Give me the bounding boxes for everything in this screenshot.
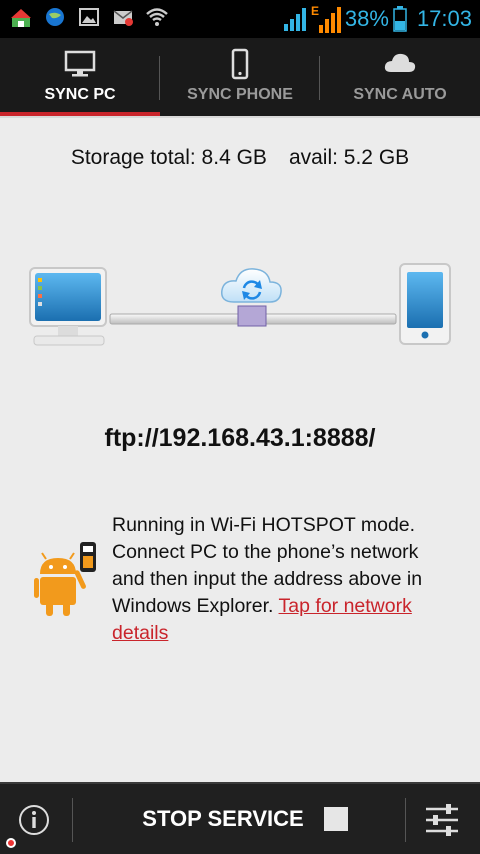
bottom-divider: [72, 798, 73, 842]
home-icon: [11, 9, 31, 27]
sync-diagram: [29, 263, 451, 346]
stop-service-button[interactable]: STOP SERVICE: [110, 784, 380, 854]
ftp-address[interactable]: ftp://192.168.43.1:8888/: [0, 424, 480, 453]
svg-text:E: E: [311, 4, 319, 18]
wifi-icon: [146, 8, 168, 26]
signal-icon: [283, 8, 306, 31]
storage-info: Storage total: 8.4 GB avail: 5.2 GB: [0, 146, 480, 170]
tab-label: SYNC PC: [44, 86, 116, 103]
globe-icon: [46, 8, 64, 26]
status-bar: E 38% 17:03: [0, 0, 480, 38]
monitor-icon: [64, 50, 96, 77]
storage-available: avail: 5.2 GB: [288, 146, 410, 169]
mail-icon: [113, 10, 133, 26]
hotspot-instructions: Running in Wi-Fi HOTSPOT mode. Connect P…: [112, 512, 452, 647]
android-usb-icon: [34, 538, 104, 618]
bottom-divider: [405, 798, 406, 842]
info-icon[interactable]: [18, 804, 50, 836]
phone-icon: [399, 263, 451, 345]
clock: 17:03: [416, 6, 472, 31]
tab-label: SYNC PHONE: [187, 86, 293, 103]
settings-sliders-icon[interactable]: [422, 800, 462, 840]
cloud-icon: [384, 53, 416, 72]
gallery-icon: [79, 8, 99, 26]
tab-bar: SYNC PC SYNC PHONE SYNC AUTO: [0, 38, 480, 116]
tab-bar-divider: [0, 116, 480, 118]
stop-service-label: STOP SERVICE: [142, 806, 304, 831]
battery-percent: 38%: [344, 6, 389, 31]
stop-icon: [323, 807, 348, 831]
bottom-bar: STOP SERVICE: [0, 782, 480, 854]
computer-icon: [29, 267, 107, 346]
phone-icon: [231, 48, 249, 80]
tab-label: SYNC AUTO: [353, 86, 447, 103]
battery-icon: [393, 6, 407, 32]
tab-sync-auto[interactable]: SYNC AUTO: [320, 38, 480, 112]
storage-total: Storage total: 8.4 GB: [70, 146, 267, 169]
notification-dot: [6, 838, 16, 848]
tab-sync-pc[interactable]: SYNC PC: [0, 38, 160, 112]
signal-e-icon: E: [311, 4, 341, 33]
tab-sync-phone[interactable]: SYNC PHONE: [160, 38, 320, 112]
